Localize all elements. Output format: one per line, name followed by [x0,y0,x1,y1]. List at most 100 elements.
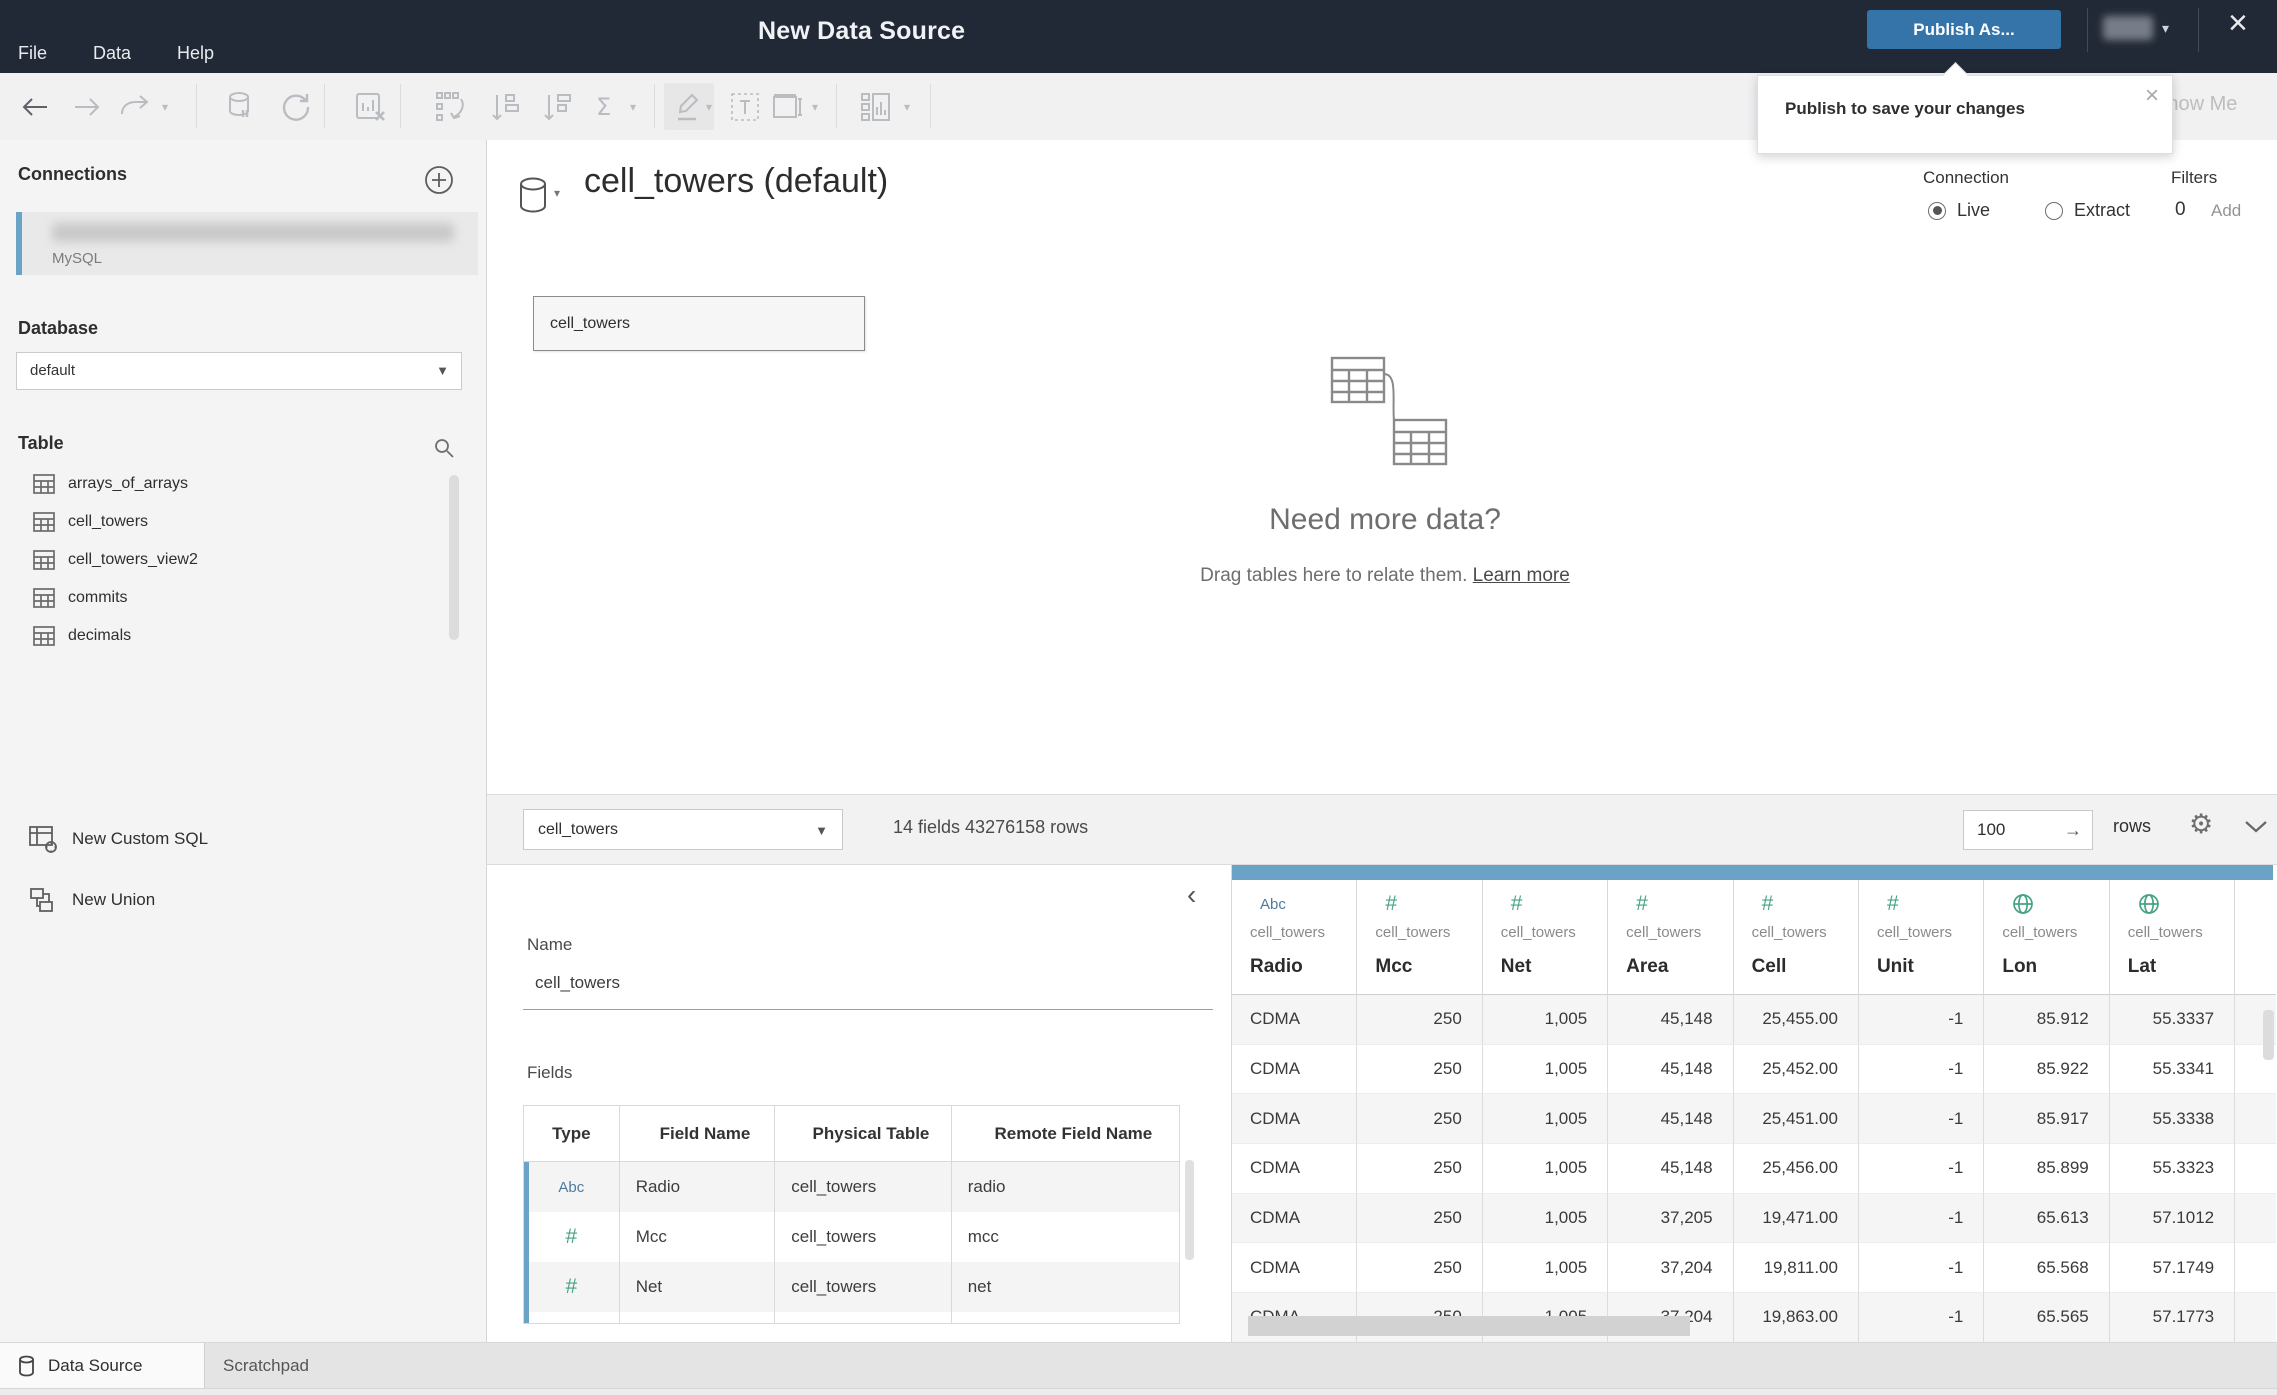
filters-section-label: Filters [2171,168,2218,187]
replay-icon[interactable] [118,94,152,120]
grid-vertical-scrollbar[interactable] [2263,1010,2274,1060]
window-close-icon[interactable]: × [2228,6,2248,40]
number-type-icon: # [1510,892,1523,915]
custom-sql-icon [28,824,58,854]
apply-rows-arrow-icon[interactable]: → [2064,811,2082,849]
grid-cell: 37,205 [1608,1193,1734,1244]
name-label: Name [527,935,573,954]
row-count-input[interactable]: 100 → [1963,810,2093,850]
table-node-cell-towers[interactable]: cell_towers [533,296,865,351]
grid-column-header-unit[interactable]: # cell_towers Unit [1859,880,1985,994]
tab-scratchpad[interactable]: Scratchpad [205,1343,309,1389]
new-union-button[interactable]: New Union [28,885,155,915]
live-radio-icon [1928,201,1946,220]
menu-help[interactable]: Help [177,43,214,64]
undo-icon[interactable] [20,94,50,120]
table-list-scrollbar[interactable] [449,475,459,640]
data-source-tab-icon [18,1355,35,1377]
fields-row-mcc[interactable]: # Mcc cell_towers mcc [524,1212,1179,1262]
grid-column-header-mcc[interactable]: # cell_towers Mcc [1357,880,1483,994]
new-datasource-icon[interactable] [226,91,256,123]
column-type-icon-wrap: # [1511,892,1523,916]
grid-column-header-radio[interactable]: Abc cell_towers Radio [1232,880,1358,994]
tooltip-close-icon[interactable]: × [2145,82,2159,110]
show-me-panel-icon[interactable] [860,91,896,123]
totals-sigma-icon[interactable]: Σ [596,93,611,121]
column-table-name: cell_towers [1751,924,1827,941]
menu-file[interactable]: File [18,43,47,64]
grid-column-header-lon[interactable]: cell_towers Lon [1984,880,2110,994]
preview-settings-gear-icon[interactable]: ⚙ [2189,809,2213,840]
connection-item[interactable]: MySQL [16,212,478,275]
user-caret-icon[interactable]: ▾ [2162,20,2169,37]
text-label-icon[interactable] [730,92,760,122]
new-custom-sql-label: New Custom SQL [72,829,209,848]
add-connection-icon[interactable] [424,165,454,200]
sidebar-table-item-cell_towers_view2[interactable]: cell_towers_view2 [0,541,460,579]
grid-cell: 65.613 [1984,1193,2110,1244]
replay-caret-icon[interactable]: ▾ [162,100,168,114]
name-underline [523,1009,1213,1010]
totals-caret-icon[interactable]: ▾ [630,100,636,114]
preview-chevron-down-icon[interactable] [2243,819,2269,840]
filters-add-link[interactable]: Add [2211,201,2241,221]
connection-live-radio[interactable]: Live [1928,200,1990,221]
publish-as-button[interactable]: Publish As... [1867,10,2061,49]
table-grid-icon [32,511,56,533]
highlight-caret-icon[interactable]: ▾ [706,100,712,114]
grid-cell: CDMA [1232,1094,1358,1145]
preview-table-select[interactable]: cell_towers ▼ [523,809,843,850]
datasource-caret-icon[interactable]: ▾ [554,186,560,200]
fields-row-net[interactable]: # Net cell_towers net [524,1262,1179,1312]
grid-row-5: CDMA 250 1,005 37,205 19,471.00 -1 65.613 57.10… [1232,1193,2277,1244]
field-type-cell: # [524,1212,620,1262]
table-item-label: commits [68,589,128,606]
user-account-chip[interactable] [2103,16,2153,40]
sidebar-table-item-decimals[interactable]: decimals [0,617,460,655]
redo-icon[interactable] [72,94,102,120]
new-custom-sql-button[interactable]: New Custom SQL [28,824,208,854]
learn-more-link[interactable]: Learn more [1473,565,1570,586]
name-value[interactable]: cell_towers [535,973,620,993]
fields-table-scrollbar[interactable] [1185,1160,1194,1260]
grid-cell: 55.3341 [2109,1044,2236,1095]
pause-updates-icon[interactable] [354,91,386,123]
collapse-panel-chevron-icon[interactable]: ‹ [1187,881,1196,909]
swap-rows-columns-icon[interactable] [434,91,470,123]
grid-column-header-lat[interactable]: cell_towers Lat [2110,880,2236,994]
show-me-caret-icon[interactable]: ▾ [904,100,910,114]
database-select[interactable]: default ▼ [16,352,462,390]
toolbar-divider [324,84,325,128]
column-type-icon-wrap: Abc [1260,892,1286,916]
highlight-pen-icon[interactable] [674,91,704,123]
grid-horizontal-scrollbar[interactable] [1248,1316,1690,1336]
column-table-name: cell_towers [1626,924,1702,941]
datasource-icon[interactable]: ▾ [517,176,560,214]
connection-extract-radio[interactable]: Extract [2045,200,2130,221]
column-type-icon-wrap: # [1887,892,1899,916]
grid-cell: 85.922 [1984,1044,2110,1095]
grid-cell: 25,451.00 [1733,1094,1859,1145]
sidebar-table-item-arrays_of_arrays[interactable]: arrays_of_arrays [0,465,460,503]
sidebar-table-item-cell_towers[interactable]: cell_towers [0,503,460,541]
grid-column-header-cell[interactable]: # cell_towers Cell [1734,880,1859,994]
column-field-name: Unit [1876,956,1914,977]
grid-cell: -1 [1858,1044,1985,1095]
grid-column-header-net[interactable]: # cell_towers Net [1483,880,1609,994]
grid-cell: 45,148 [1608,1044,1734,1095]
tab-data-source[interactable]: Data Source [0,1343,205,1389]
fields-row-partial[interactable] [524,1312,1179,1323]
fit-caret-icon[interactable]: ▾ [812,100,818,114]
menu-data[interactable]: Data [93,43,131,64]
column-table-name: cell_towers [1876,924,1952,941]
fit-size-icon[interactable] [772,93,806,121]
sidebar-table-item-commits[interactable]: commits [0,579,460,617]
sort-ascending-icon[interactable] [490,91,524,123]
refresh-icon[interactable] [280,91,312,123]
table-search-icon[interactable] [432,436,456,465]
sort-descending-icon[interactable] [542,91,576,123]
grid-cell: 45,148 [1608,1094,1734,1145]
field-cell [524,1312,620,1323]
grid-column-header-area[interactable]: # cell_towers Area [1608,880,1734,994]
fields-row-radio[interactable]: Abc Radio cell_towers radio [524,1162,1179,1212]
